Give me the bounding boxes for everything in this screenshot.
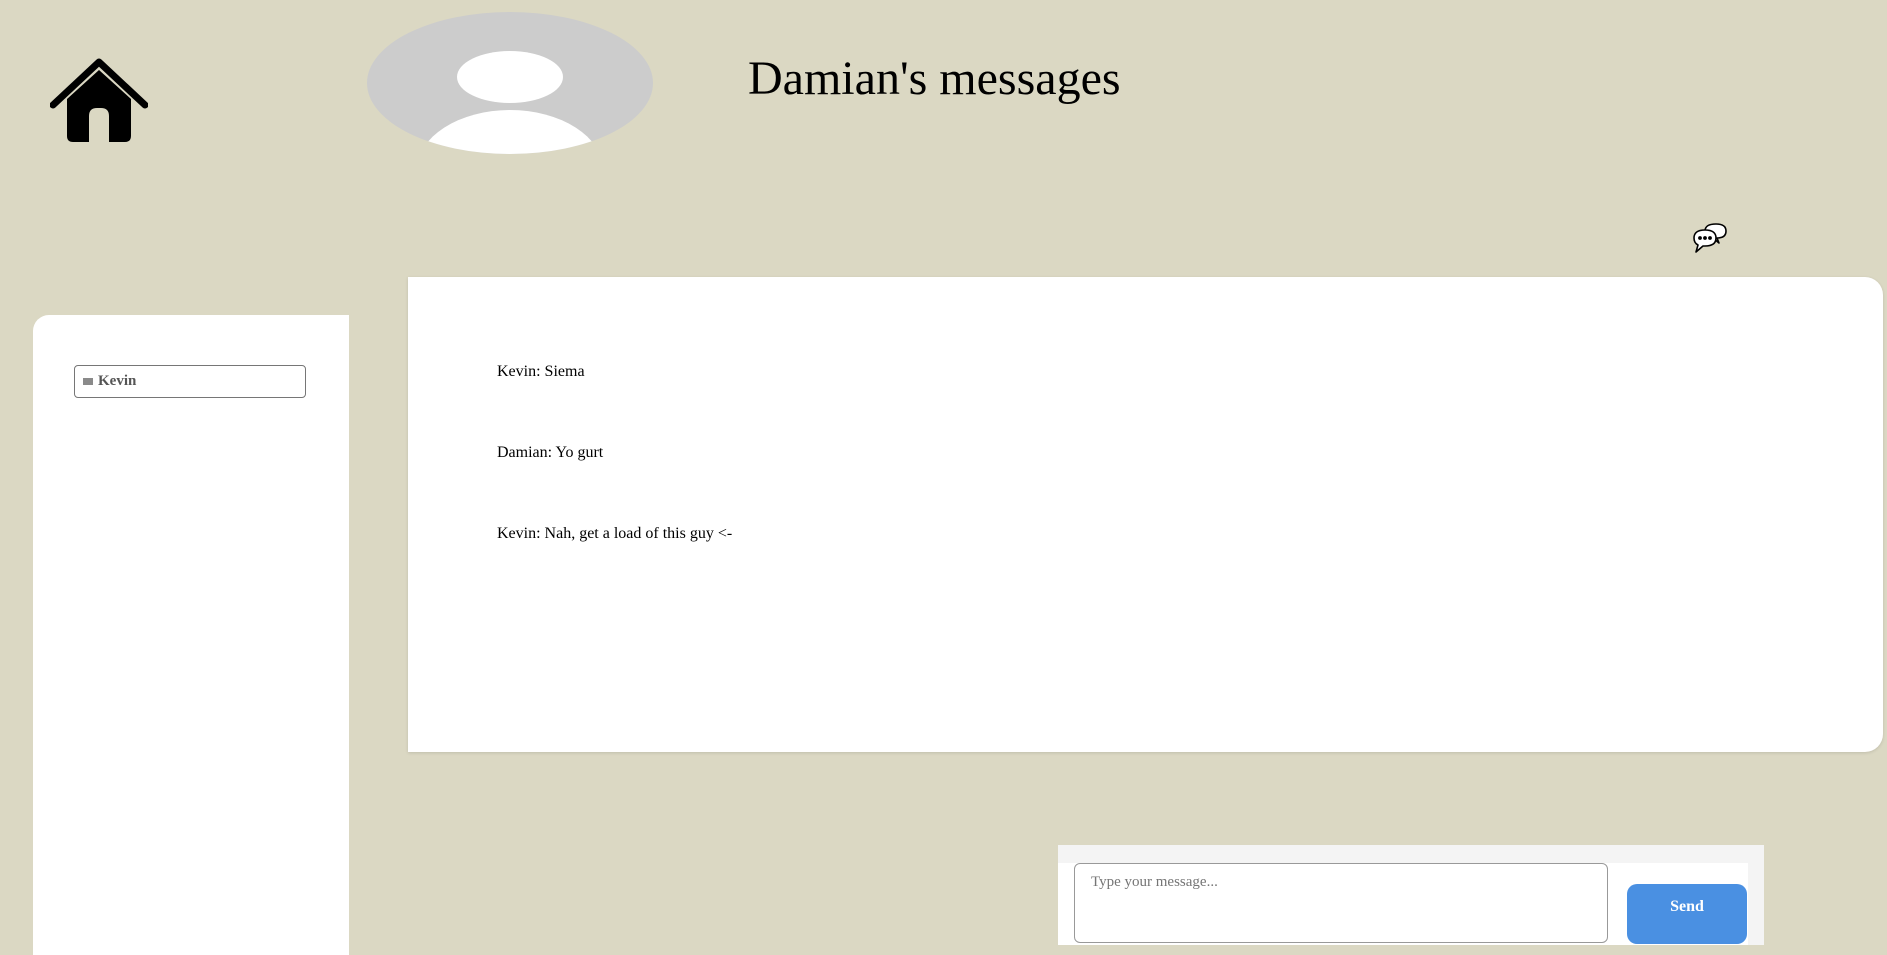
- contact-label: Kevin: [98, 373, 137, 389]
- conversation-sidebar: Kevin: [33, 315, 349, 955]
- messages-panel: Kevin: Siema Damian: Yo gurt Kevin: Nah,…: [408, 277, 1883, 752]
- message-item: Kevin: Nah, get a load of this guy <-: [497, 525, 733, 542]
- home-link[interactable]: [49, 56, 149, 142]
- home-icon: [49, 58, 149, 142]
- avatar-body-shape: [417, 110, 603, 154]
- message-item: Damian: Yo gurt: [497, 444, 604, 461]
- message-input[interactable]: [1074, 863, 1608, 943]
- message-composer: Send: [1058, 845, 1764, 945]
- chat-bubbles-icon[interactable]: [1692, 221, 1728, 255]
- message-item: Kevin: Siema: [497, 363, 585, 380]
- page-title: Damian's messages: [748, 52, 1121, 105]
- contact-image-icon: [83, 378, 93, 385]
- contact-item-kevin[interactable]: Kevin: [74, 365, 306, 398]
- send-button[interactable]: Send: [1627, 884, 1747, 944]
- profile-avatar: [367, 12, 653, 154]
- avatar-head-shape: [457, 51, 563, 103]
